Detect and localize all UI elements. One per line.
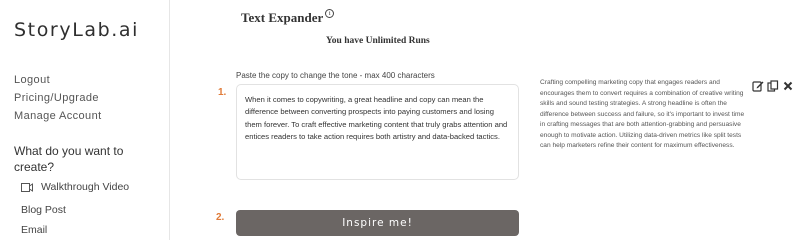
step-1-number: 1. xyxy=(218,87,227,98)
sidebar-item-label: Blog Post xyxy=(21,204,66,216)
video-icon xyxy=(21,182,33,192)
inspire-me-button[interactable]: Inspire me! xyxy=(236,210,519,236)
pricing-upgrade-link[interactable]: Pricing/Upgrade xyxy=(14,92,99,104)
copy-input[interactable]: When it comes to copywriting, a great he… xyxy=(236,84,519,180)
logout-link[interactable]: Logout xyxy=(14,74,50,86)
create-section-heading: What do you want to create? xyxy=(14,144,124,174)
manage-account-link[interactable]: Manage Account xyxy=(14,110,102,122)
info-icon[interactable]: i xyxy=(325,9,335,18)
step-2-number: 2. xyxy=(216,212,225,223)
runs-status: You have Unlimited Runs xyxy=(326,36,430,46)
sidebar-item-label: Walkthrough Video xyxy=(41,181,130,193)
page-header: Text Expander i xyxy=(241,9,335,26)
app-logo: StoryLab.ai xyxy=(14,19,140,41)
generated-output-text: Crafting compelling marketing copy that … xyxy=(540,79,745,149)
output-actions xyxy=(752,80,794,92)
sidebar: StoryLab.ai Logout Pricing/Upgrade Manag… xyxy=(0,0,170,240)
edit-icon[interactable] xyxy=(752,80,764,92)
copy-icon[interactable] xyxy=(767,80,779,92)
sidebar-item-walkthrough-video[interactable]: Walkthrough Video xyxy=(21,181,129,193)
sidebar-item-blog-post[interactable]: Blog Post xyxy=(21,204,66,216)
page-title: Text Expander xyxy=(241,10,324,25)
sidebar-item-label: Email xyxy=(21,224,48,236)
copy-input-label: Paste the copy to change the tone - max … xyxy=(236,71,435,80)
close-icon[interactable] xyxy=(782,80,794,92)
sidebar-item-email[interactable]: Email xyxy=(21,224,47,236)
